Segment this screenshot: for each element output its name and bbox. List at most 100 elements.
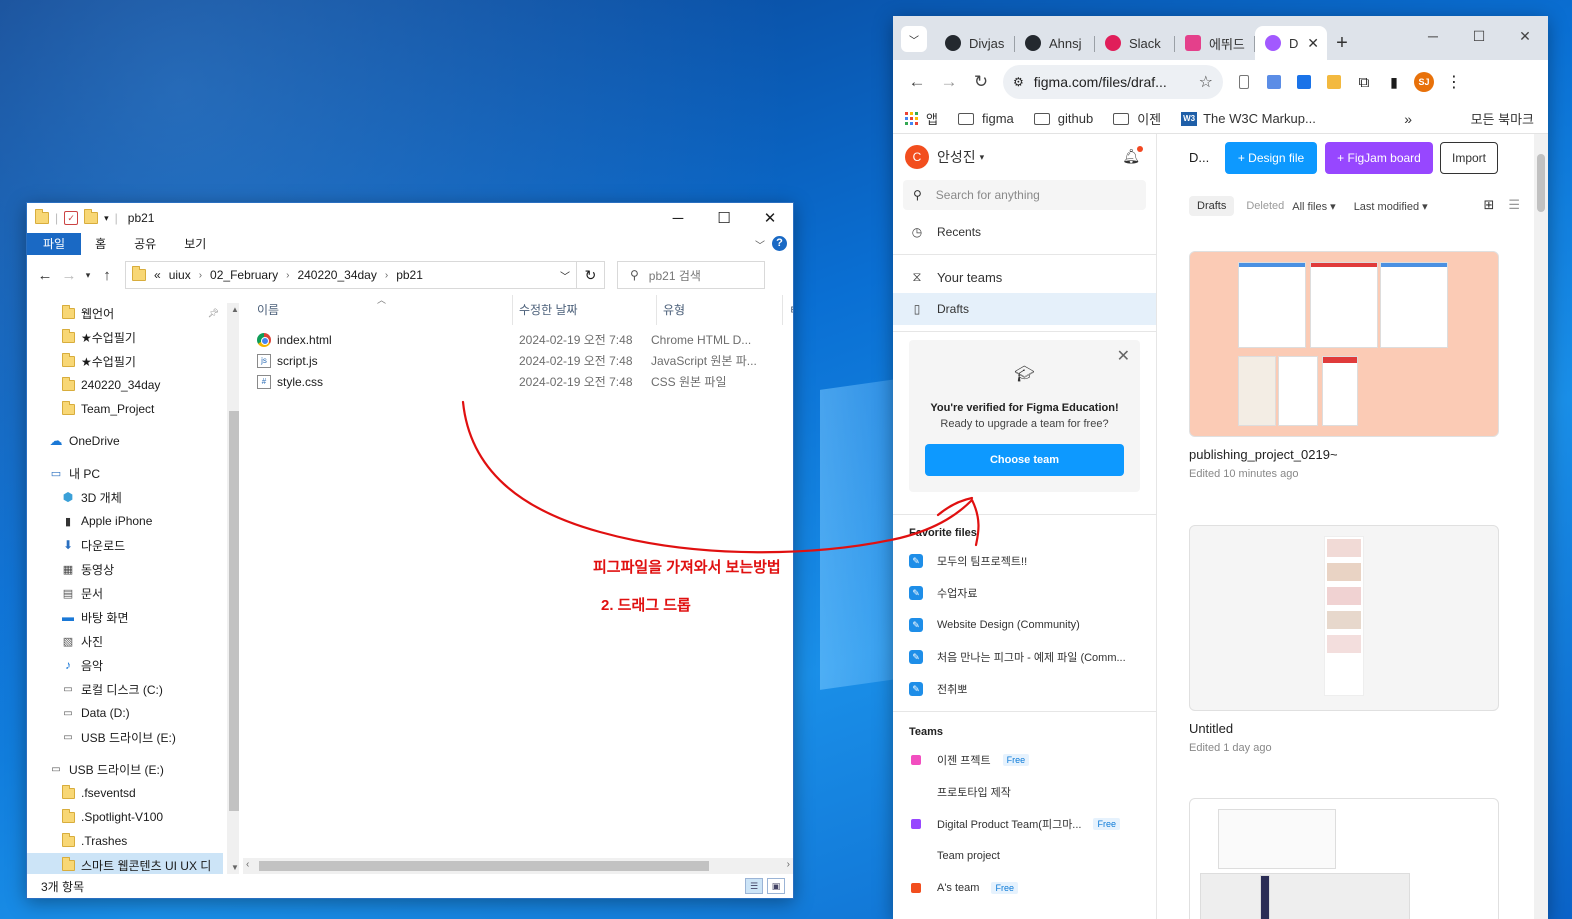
- scroll-right-icon[interactable]: ›: [787, 859, 790, 870]
- extension-icon[interactable]: [1319, 67, 1349, 97]
- nav-item[interactable]: ★수업필기: [27, 325, 223, 349]
- grid-view-icon[interactable]: ⊞: [1483, 197, 1494, 213]
- file-name[interactable]: publishing_project_0219~: [1189, 447, 1338, 462]
- breadcrumb-chevron-icon[interactable]: ›: [286, 270, 289, 281]
- bookmark-star-icon[interactable]: ☆: [1199, 72, 1213, 92]
- minimize-button[interactable]: ─: [1410, 16, 1456, 56]
- breadcrumb-february[interactable]: 02_February: [210, 268, 278, 282]
- choose-team-button[interactable]: Choose team: [925, 444, 1124, 476]
- details-view-icon[interactable]: ☰: [745, 878, 763, 894]
- browser-tab[interactable]: 에뛰드: [1175, 26, 1255, 60]
- tab-search-icon[interactable]: ﹀: [901, 26, 927, 52]
- favorite-file[interactable]: ✎ 모두의 팀프로젝트!!: [893, 545, 1156, 577]
- browser-tab[interactable]: Ahnsj: [1015, 26, 1095, 60]
- menu-icon[interactable]: ⋮: [1439, 67, 1469, 97]
- column-size-truncated[interactable]: ㅌ: [783, 295, 793, 325]
- favorite-file[interactable]: ✎ 전취뽀: [893, 673, 1156, 705]
- forward-button[interactable]: →: [933, 66, 965, 98]
- site-settings-icon[interactable]: ⚙: [1013, 75, 1024, 89]
- omnibox[interactable]: ⚙ figma.com/files/draf... ☆: [1003, 65, 1223, 99]
- account-switcher[interactable]: C 안성진 ▾ 🔔︎: [893, 134, 1156, 180]
- extension-icon[interactable]: [1259, 67, 1289, 97]
- column-date[interactable]: 수정한 날짜: [513, 295, 657, 325]
- back-button[interactable]: ←: [901, 66, 933, 98]
- nav-item[interactable]: 웹언어 📌︎: [27, 301, 223, 325]
- column-name[interactable]: 이름: [239, 295, 513, 325]
- scrollbar-thumb[interactable]: [259, 861, 709, 871]
- bookmark-figma[interactable]: figma: [957, 111, 1014, 126]
- tab-share[interactable]: 공유: [120, 233, 170, 255]
- nav-item[interactable]: ⬇ 다운로드: [27, 533, 223, 557]
- team-item[interactable]: A's team Free: [893, 872, 1156, 904]
- properties-icon[interactable]: ✓: [64, 211, 79, 225]
- new-figjam-board-button[interactable]: + FigJam board: [1325, 142, 1433, 174]
- nav-item[interactable]: .fseventsd: [27, 781, 223, 805]
- nav-item[interactable]: ▮ Apple iPhone: [27, 509, 223, 533]
- bookmark-apps[interactable]: 앱: [905, 109, 938, 128]
- bookmark-github[interactable]: github: [1033, 111, 1093, 126]
- close-button[interactable]: ✕: [1502, 16, 1548, 56]
- minimize-button[interactable]: ─: [655, 203, 701, 233]
- nav-item[interactable]: ▦ 동영상: [27, 557, 223, 581]
- scroll-down-icon[interactable]: ▼: [227, 863, 239, 872]
- up-button[interactable]: ↑: [95, 267, 119, 284]
- favorite-file[interactable]: ✎ 처음 만나는 피그마 - 예제 파일 (Comm...: [893, 641, 1156, 673]
- extension-icon[interactable]: [1229, 67, 1259, 97]
- breadcrumb-34day[interactable]: 240220_34day: [297, 268, 376, 282]
- recent-locations-icon[interactable]: ▾: [81, 270, 95, 281]
- puzzle-icon[interactable]: ⧉: [1349, 67, 1379, 97]
- tab-drafts[interactable]: Drafts: [1189, 196, 1235, 216]
- nav-item[interactable]: ▤ 문서: [27, 581, 223, 605]
- maximize-button[interactable]: ☐: [701, 203, 747, 233]
- file-name[interactable]: Untitled: [1189, 721, 1233, 736]
- address-dropdown-icon[interactable]: ﹀: [560, 268, 570, 283]
- file-row[interactable]: # style.css 2024-02-19 오전 7:48 CSS 원본 파일: [239, 371, 793, 392]
- tab-file[interactable]: 파일: [27, 233, 82, 255]
- nav-item[interactable]: ▧ 사진: [27, 629, 223, 653]
- nav-item[interactable]: ☁ OneDrive: [27, 429, 223, 453]
- search-input[interactable]: ⚲ Search for anything: [903, 180, 1146, 210]
- extension-icon[interactable]: [1289, 67, 1319, 97]
- nav-item[interactable]: ⬢ 3D 개체: [27, 485, 223, 509]
- close-button[interactable]: ✕: [747, 203, 793, 233]
- url-text[interactable]: figma.com/files/draf...: [1034, 74, 1167, 90]
- all-files-dropdown[interactable]: All files ▾: [1292, 200, 1335, 213]
- file-card[interactable]: [1189, 798, 1499, 919]
- maximize-button[interactable]: ☐: [1456, 16, 1502, 56]
- close-icon[interactable]: ✕: [1117, 346, 1130, 366]
- nav-item[interactable]: ▭ Data (D:): [27, 701, 223, 725]
- nav-scrollbar[interactable]: ▲ ▼: [227, 303, 239, 874]
- nav-item[interactable]: ♪ 음악: [27, 653, 223, 677]
- breadcrumb-chevron-icon[interactable]: ›: [385, 270, 388, 281]
- sidebar-item-drafts[interactable]: ▯ Drafts: [893, 293, 1156, 325]
- nav-item[interactable]: ▬ 바탕 화면: [27, 605, 223, 629]
- breadcrumb-pb21[interactable]: pb21: [396, 268, 423, 282]
- file-card[interactable]: [1189, 251, 1499, 437]
- nav-item[interactable]: ▭ 로컬 디스크 (C:): [27, 677, 223, 701]
- bookmark-w3c[interactable]: W3 The W3C Markup...: [1181, 111, 1316, 126]
- nav-item[interactable]: .Trashes: [27, 829, 223, 853]
- sidebar-item-recents[interactable]: ◷ Recents: [893, 216, 1156, 248]
- refresh-button[interactable]: ↻: [577, 261, 605, 289]
- nav-item[interactable]: ★수업필기: [27, 349, 223, 373]
- reload-button[interactable]: ↻: [965, 66, 997, 98]
- bookmark-ezen[interactable]: 이젠: [1113, 109, 1161, 128]
- address-bar[interactable]: « uiux › 02_February › 240220_34day › pb…: [125, 261, 577, 289]
- profile-avatar[interactable]: SJ: [1409, 67, 1439, 97]
- side-panel-icon[interactable]: ▮: [1379, 67, 1409, 97]
- nav-item[interactable]: 240220_34day: [27, 373, 223, 397]
- import-button[interactable]: Import: [1440, 142, 1498, 174]
- back-button[interactable]: ←: [33, 267, 57, 284]
- nav-item[interactable]: .Spotlight-V100: [27, 805, 223, 829]
- forward-button[interactable]: →: [57, 267, 81, 284]
- bookmarks-overflow-icon[interactable]: »: [1404, 111, 1412, 127]
- close-tab-icon[interactable]: ✕: [1307, 35, 1319, 52]
- new-tab-button[interactable]: +: [1327, 26, 1357, 60]
- tab-deleted[interactable]: Deleted: [1246, 200, 1284, 212]
- tab-home[interactable]: 홈: [81, 233, 120, 255]
- team-item[interactable]: 이젠 프젝트 Free: [893, 744, 1156, 776]
- favorite-file[interactable]: ✎ 수업자료: [893, 577, 1156, 609]
- scrollbar-thumb[interactable]: [1537, 154, 1545, 212]
- large-icons-view-icon[interactable]: ▣: [767, 878, 785, 894]
- chevron-down-icon[interactable]: ﹀: [755, 237, 765, 252]
